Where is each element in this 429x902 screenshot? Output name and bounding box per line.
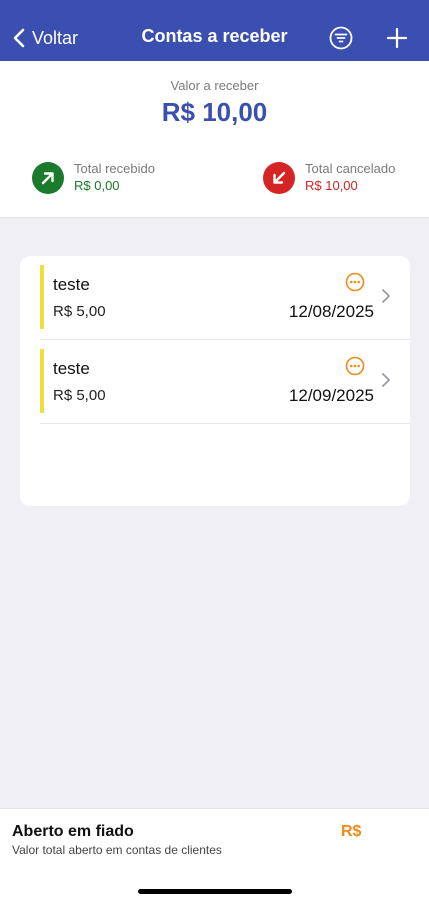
list-item[interactable]: teste R$ 5,00 12/09/2025 [20, 340, 410, 424]
open-credit-title: Aberto em fiado [12, 823, 134, 840]
add-icon[interactable] [386, 27, 408, 49]
summary-panel: Valor a receber R$ 10,00 Total recebido … [0, 61, 429, 218]
item-date: 12/08/2025 [288, 302, 374, 321]
more-options-icon[interactable] [345, 272, 365, 292]
page-title: Contas a receber [141, 26, 288, 46]
receivables-list: teste R$ 5,00 12/08/2025 teste R$ 5,00 1… [20, 256, 410, 506]
total-cancelled: Total cancelado R$ 10,00 [263, 161, 395, 194]
divider [40, 423, 410, 424]
item-name: teste [53, 275, 90, 294]
more-options-icon[interactable] [345, 356, 365, 376]
status-indicator [40, 265, 44, 329]
amount-due-label: Valor a receber [170, 78, 259, 93]
item-amount: R$ 5,00 [53, 303, 106, 320]
list-item[interactable]: teste R$ 5,00 12/08/2025 [20, 256, 410, 340]
total-received-label: Total recebido [74, 161, 155, 176]
item-amount: R$ 5,00 [53, 387, 106, 404]
item-name: teste [53, 359, 90, 378]
open-credit-footer: Aberto em fiado Valor total aberto em co… [0, 808, 429, 902]
home-indicator [138, 889, 292, 894]
item-date: 12/09/2025 [288, 386, 374, 405]
amount-due-value: R$ 10,00 [161, 97, 268, 127]
filter-icon[interactable] [329, 26, 353, 50]
total-received: Total recebido R$ 0,00 [32, 161, 155, 194]
open-credit-subtitle: Valor total aberto em contas de clientes [12, 843, 222, 857]
chevron-right-icon [382, 289, 390, 303]
top-navigation-bar: Voltar Contas a receber [0, 0, 429, 61]
total-cancelled-value: R$ 10,00 [305, 178, 358, 193]
total-cancelled-label: Total cancelado [305, 161, 396, 176]
arrow-up-right-icon [32, 161, 64, 194]
status-indicator [40, 349, 44, 413]
open-credit-value: R$ [341, 823, 362, 840]
arrow-down-left-icon [263, 161, 295, 194]
chevron-right-icon [382, 373, 390, 387]
total-received-value: R$ 0,00 [74, 178, 120, 193]
